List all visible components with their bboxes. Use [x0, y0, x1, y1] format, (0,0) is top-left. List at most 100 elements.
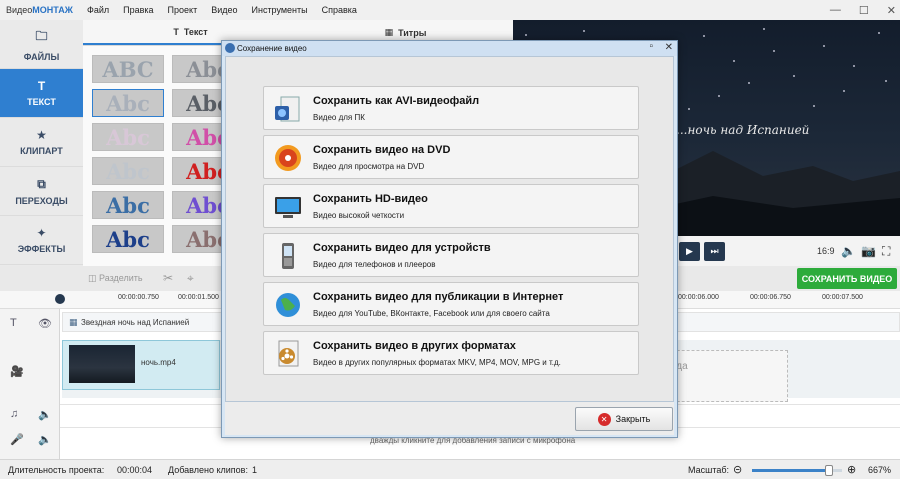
microphone-icon: 🎤	[10, 434, 24, 446]
close-button[interactable]: ✕ Закрыть	[575, 407, 673, 431]
save-internet-option[interactable]: Сохранить видео для публикации в Интерне…	[263, 282, 639, 326]
dvd-disc-icon	[272, 142, 304, 174]
dialog-minimize-icon[interactable]: ▫	[649, 41, 653, 52]
save-other-formats-option[interactable]: Сохранить видео в других форматах Видео …	[263, 331, 639, 375]
text-style-tile[interactable]: Abc	[92, 157, 164, 185]
save-video-dialog: Сохранение видео ▫ ✕ Сохранить как AVI-в…	[221, 40, 678, 438]
zoom-slider-thumb[interactable]	[824, 465, 833, 476]
preview-caption: ...ночь над Испанией	[676, 123, 810, 137]
star	[853, 65, 855, 67]
option-title: Сохранить видео для устройств	[313, 242, 491, 254]
minimize-icon[interactable]: —	[830, 4, 841, 16]
tick-label: 00:00:06.750	[750, 294, 791, 301]
titles-tab-icon: ▦	[384, 27, 394, 37]
sidebar-item-text[interactable]: T ТЕКСТ	[0, 69, 83, 118]
left-sidebar: 🗀 ФАЙЛЫ T ТЕКСТ ★ КЛИПАРТ ⧉ ПЕРЕХОДЫ ✦ Э…	[0, 20, 83, 266]
zoom-slider[interactable]	[752, 465, 842, 476]
star	[843, 90, 845, 92]
text-style-tile[interactable]: Abc	[92, 191, 164, 219]
menu-file[interactable]: Файл	[80, 5, 116, 15]
sidebar-item-files[interactable]: 🗀 ФАЙЛЫ	[0, 20, 83, 69]
video-clip[interactable]: ночь.mp4	[62, 340, 220, 390]
option-title: Сохранить видео для публикации в Интерне…	[313, 291, 564, 303]
menu-tools[interactable]: Инструменты	[245, 5, 315, 15]
star	[813, 105, 815, 107]
save-hd-option[interactable]: Сохранить HD-видео Видео высокой четкост…	[263, 184, 639, 228]
save-avi-option[interactable]: Сохранить как AVI-видеофайл Видео для ПК	[263, 86, 639, 130]
text-style-tile[interactable]: Abc	[92, 225, 164, 253]
sidebar-item-effects[interactable]: ✦ ЭФФЕКТЫ	[0, 216, 83, 265]
clips-value: 1	[252, 465, 258, 475]
tab-label: Текст	[183, 26, 208, 37]
phone-device-icon	[272, 240, 304, 272]
sidebar-item-label: КЛИПАРТ	[20, 146, 63, 156]
clips-label: Добавлено клипов:	[168, 465, 248, 475]
play-icon[interactable]: ▶	[679, 242, 700, 261]
split-button[interactable]: ◫ Разделить	[88, 273, 143, 284]
tab-label: Титры	[398, 27, 427, 38]
star	[793, 75, 795, 77]
tick-label: 00:00:01.500	[178, 294, 219, 301]
star	[773, 50, 775, 52]
option-desc: Видео для телефонов и плееров	[313, 260, 436, 269]
dialog-close-icon[interactable]: ✕	[665, 42, 673, 53]
close-x-icon: ✕	[597, 412, 611, 426]
sidebar-item-clipart[interactable]: ★ КЛИПАРТ	[0, 118, 83, 167]
option-desc: Видео высокой четкости	[313, 211, 405, 220]
option-title: Сохранить HD-видео	[313, 193, 428, 205]
crop-icon[interactable]: ⌖	[187, 271, 194, 286]
app-title-prefix: Видео	[6, 5, 33, 15]
playhead-icon[interactable]	[55, 294, 65, 304]
title-clip-icon: ▦	[69, 317, 78, 327]
aspect-ratio[interactable]: 16:9	[817, 246, 835, 256]
title-clip-label: Звездная ночь над Испанией	[81, 318, 190, 327]
zoom-value: 667%	[868, 465, 892, 475]
sidebar-item-label: ТЕКСТ	[27, 97, 56, 107]
volume-icon[interactable]: 🔈	[38, 408, 52, 421]
avi-file-icon	[272, 93, 304, 125]
volume-icon[interactable]: 🔈	[841, 244, 856, 258]
menu-help[interactable]: Справка	[315, 5, 364, 15]
clip-name: ночь.mp4	[141, 358, 176, 367]
maximize-icon[interactable]: ☐	[859, 4, 869, 17]
text-style-tile[interactable]: Abc	[92, 89, 164, 117]
split-label: Разделить	[99, 273, 143, 283]
film-reel-icon	[272, 338, 304, 370]
sidebar-item-label: ПЕРЕХОДЫ	[15, 195, 68, 206]
split-icon: ◫	[88, 273, 100, 283]
text-style-tile[interactable]: ABC	[92, 55, 164, 83]
option-desc: Видео для просмотра на DVD	[313, 162, 425, 171]
zoom-slider-fill	[752, 469, 829, 472]
text-style-tile[interactable]: Abc	[92, 123, 164, 151]
magic-wand-icon: ✦	[36, 226, 47, 240]
snapshot-icon[interactable]: 📷	[861, 244, 876, 258]
text-tab-icon: T	[173, 26, 179, 37]
folder-icon: 🗀	[35, 28, 48, 43]
zoom-in-icon[interactable]: ⊕	[847, 463, 856, 476]
drop-zone[interactable]: юда о	[662, 350, 788, 402]
dialog-title: Сохранение видео	[237, 44, 307, 53]
visibility-eye-icon[interactable]: 👁	[38, 317, 52, 330]
next-frame-icon[interactable]: ⏭	[704, 242, 725, 261]
app-title-brand: МОНТАЖ	[32, 5, 73, 15]
save-video-button[interactable]: СОХРАНИТЬ ВИДЕО	[797, 268, 897, 289]
zoom-out-icon[interactable]: ⊝	[733, 463, 742, 476]
menu-edit[interactable]: Правка	[116, 5, 160, 15]
app-title: ВидеоМОНТАЖ	[0, 5, 80, 15]
sidebar-item-transitions[interactable]: ⧉ ПЕРЕХОДЫ	[0, 167, 83, 216]
close-window-icon[interactable]: ✕	[887, 4, 896, 17]
star	[688, 108, 690, 110]
menu-project[interactable]: Проект	[161, 5, 205, 15]
menu-video[interactable]: Видео	[204, 5, 244, 15]
fullscreen-icon[interactable]: ⛶	[882, 244, 890, 259]
save-devices-option[interactable]: Сохранить видео для устройств Видео для …	[263, 233, 639, 277]
star	[583, 30, 585, 32]
dialog-footer: ✕ Закрыть	[225, 402, 674, 435]
save-dvd-option[interactable]: Сохранить видео на DVD Видео для просмот…	[263, 135, 639, 179]
option-desc: Видео для ПК	[313, 113, 365, 122]
option-title: Сохранить видео на DVD	[313, 144, 451, 156]
volume-icon[interactable]: 🔈	[38, 433, 52, 446]
star	[733, 60, 735, 62]
close-button-label: Закрыть	[615, 414, 651, 424]
cut-icon[interactable]: ✂	[163, 271, 173, 285]
